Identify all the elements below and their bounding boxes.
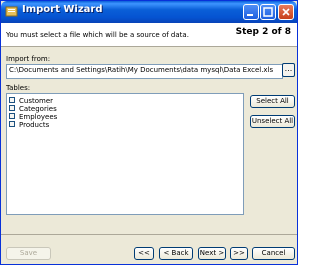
close-icon — [282, 8, 290, 16]
back-button[interactable]: < Back — [159, 247, 193, 260]
title-bar[interactable]: Import Wizard — [1, 1, 297, 23]
list-item[interactable]: Employees — [9, 113, 57, 121]
import-wizard-icon — [5, 5, 18, 18]
checkbox[interactable] — [9, 97, 15, 103]
table-name: Products — [19, 121, 50, 129]
footer-divider — [1, 234, 297, 235]
table-name: Employees — [19, 113, 58, 121]
tables-label: Tables: — [6, 84, 31, 92]
checkbox[interactable] — [9, 105, 15, 111]
table-name: Categories — [19, 105, 57, 113]
save-button[interactable]: Save — [6, 247, 51, 260]
last-step-button[interactable]: >> — [230, 247, 248, 260]
maximize-icon — [263, 7, 273, 17]
list-item[interactable]: Customer — [9, 97, 53, 105]
minimize-icon — [247, 14, 253, 16]
select-all-button[interactable]: Select All — [250, 95, 295, 108]
unselect-all-button[interactable]: Unselect All — [250, 115, 295, 128]
list-item[interactable]: Products — [9, 121, 49, 129]
checkbox[interactable] — [9, 113, 15, 119]
first-step-button[interactable]: << — [134, 247, 154, 260]
import-path-input[interactable]: C:\Documents and Settings\Ratih\My Docum… — [6, 64, 283, 79]
browse-button[interactable]: ... — [282, 63, 295, 77]
description-text: You must select a file which will be a s… — [6, 31, 189, 39]
list-item[interactable]: Categories — [9, 105, 57, 113]
tables-list[interactable]: Customer Categories Employees Products — [6, 93, 244, 215]
checkbox[interactable] — [9, 121, 15, 127]
import-from-label: Import from: — [6, 55, 51, 63]
minimize-button[interactable] — [243, 4, 259, 20]
step-indicator: Step 2 of 8 — [235, 27, 291, 37]
maximize-button[interactable] — [260, 4, 276, 20]
import-wizard-window: Import Wizard Step 2 of 8 You must selec… — [0, 0, 298, 265]
window-title: Import Wizard — [22, 4, 103, 15]
next-button[interactable]: Next > — [198, 247, 226, 260]
table-name: Customer — [19, 97, 54, 105]
close-button[interactable] — [278, 4, 294, 20]
cancel-button[interactable]: Cancel — [252, 247, 295, 260]
